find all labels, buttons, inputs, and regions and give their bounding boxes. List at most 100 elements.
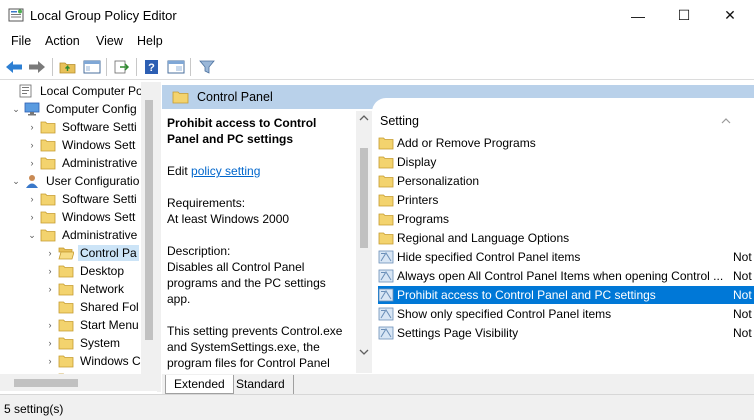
setting-row[interactable]: Show only specified Control Panel items N… — [378, 305, 754, 323]
properties-button[interactable] — [166, 57, 186, 77]
toolbar-separator — [52, 58, 53, 76]
user-icon — [24, 174, 40, 188]
setting-state: Not — [733, 288, 752, 302]
tree-item[interactable]: › Software Setti — [26, 190, 139, 208]
tree-item[interactable]: › Control Pa — [44, 244, 139, 262]
expand-chevron-right-icon[interactable]: › — [26, 140, 38, 150]
setting-row[interactable]: Hide specified Control Panel items Not — [378, 248, 754, 266]
minimize-button[interactable]: — — [615, 0, 661, 31]
expand-chevron-right-icon[interactable]: › — [26, 194, 38, 204]
folder-icon — [378, 193, 394, 207]
tab-standard[interactable]: Standard — [228, 375, 294, 394]
tree-item[interactable]: › Start Menu — [44, 316, 141, 334]
svg-text:?: ? — [148, 62, 155, 74]
maximize-button[interactable]: ☐ — [661, 0, 707, 31]
back-button[interactable] — [4, 57, 24, 77]
tree-item[interactable]: Shared Fol — [44, 298, 141, 316]
expand-chevron-right-icon[interactable]: › — [44, 248, 56, 258]
status-text: 5 setting(s) — [4, 402, 64, 416]
setting-row[interactable]: Prohibit access to Control Panel and PC … — [378, 286, 754, 304]
status-bar: 5 setting(s) — [0, 394, 754, 420]
show-hide-tree-icon — [83, 60, 101, 74]
tree-item[interactable]: › System — [44, 334, 122, 352]
close-button[interactable]: ✕ — [707, 0, 753, 31]
tree-item[interactable]: ⌄ Administrative — [26, 226, 139, 244]
folder-icon — [58, 354, 74, 368]
list-scroll-up-icon[interactable] — [720, 111, 732, 131]
folder-icon — [378, 136, 394, 150]
pane-splitter[interactable] — [157, 82, 161, 392]
close-icon: ✕ — [724, 7, 736, 23]
requirements-block: Requirements: At least Windows 2000 — [167, 195, 351, 227]
setting-row[interactable]: Settings Page Visibility Not — [378, 324, 754, 342]
setting-label: Personalization — [397, 174, 480, 188]
tree-item[interactable]: › Desktop — [44, 262, 126, 280]
expand-chevron-right-icon[interactable]: › — [26, 212, 38, 222]
setting-row[interactable]: Printers — [378, 191, 754, 209]
tab-extended[interactable]: Extended — [165, 375, 234, 394]
description-scroll-thumb[interactable] — [360, 148, 368, 248]
expand-chevron-right-icon[interactable]: › — [44, 266, 56, 276]
tree-item[interactable]: › Windows Sett — [26, 208, 137, 226]
tree-item[interactable]: › Software Setti — [26, 118, 139, 136]
filter-icon — [199, 60, 215, 74]
setting-label: Prohibit access to Control Panel and PC … — [397, 288, 656, 302]
filter-button[interactable] — [197, 57, 217, 77]
help-button[interactable]: ? — [142, 57, 162, 77]
setting-row[interactable]: Programs — [378, 210, 754, 228]
menu-file[interactable]: File — [11, 34, 31, 48]
expand-chevron-right-icon[interactable]: › — [26, 158, 38, 168]
expand-chevron-right-icon[interactable]: › — [44, 320, 56, 330]
navigation-tree[interactable]: Local Computer Polic ⌄ Computer Config › Sof… — [0, 82, 157, 374]
expand-chevron-right-icon[interactable]: › — [26, 122, 38, 132]
tree-item[interactable]: › Windows Sett — [26, 136, 137, 154]
setting-column-header[interactable]: Setting — [380, 114, 419, 128]
tree-item[interactable]: Local Computer Polic — [4, 82, 156, 100]
setting-row[interactable]: Display — [378, 153, 754, 171]
setting-label: Printers — [397, 193, 439, 207]
expand-chevron-right-icon[interactable]: › — [44, 284, 56, 294]
export-list-button[interactable] — [112, 57, 132, 77]
expand-chevron-down-icon[interactable]: ⌄ — [26, 230, 38, 241]
folder-icon — [40, 138, 56, 152]
setting-state: Not — [733, 307, 752, 321]
edit-prefix: Edit — [167, 164, 188, 178]
up-one-level-button[interactable] — [58, 57, 78, 77]
setting-icon — [378, 288, 394, 302]
tree-item[interactable]: ⌄ User Configuratio — [10, 172, 141, 190]
forward-button[interactable] — [27, 57, 47, 77]
show-hide-tree-button[interactable] — [82, 57, 102, 77]
setting-label: Show only specified Control Panel items — [397, 307, 612, 321]
tree-item[interactable]: › Network — [44, 280, 126, 298]
toolbar-separator — [106, 58, 107, 76]
policy-title: Prohibit access to Control Panel and PC … — [167, 116, 317, 146]
expand-chevron-right-icon[interactable]: › — [44, 338, 56, 348]
menu-help[interactable]: Help — [137, 34, 163, 48]
setting-row[interactable]: Add or Remove Programs — [378, 134, 754, 152]
edit-policy-setting-link[interactable]: policy setting — [191, 164, 260, 178]
expand-chevron-down-icon[interactable]: ⌄ — [10, 176, 22, 187]
expand-chevron-down-icon[interactable]: ⌄ — [10, 104, 22, 115]
setting-row[interactable]: Always open All Control Panel Items when… — [378, 267, 754, 285]
expand-chevron-right-icon[interactable]: › — [44, 356, 56, 366]
menu-view[interactable]: View — [96, 34, 123, 48]
folder-icon — [58, 318, 74, 332]
settings-list[interactable]: Setting Add or Remove Programs Display Per… — [372, 98, 754, 373]
tree-item-label: Windows Sett — [62, 138, 136, 152]
menu-bar: File Action View Help — [0, 31, 754, 53]
menu-action[interactable]: Action — [45, 34, 80, 48]
folder-icon — [378, 174, 394, 188]
tree-item[interactable]: ⌄ Computer Config — [10, 100, 139, 118]
description-pane: Prohibit access to Control Panel and PC … — [162, 111, 356, 373]
tree-item-label: Administrative — [62, 156, 138, 170]
tree-item-label: Software Setti — [62, 120, 137, 134]
tree-item[interactable]: › Administrative — [26, 154, 139, 172]
tree-item[interactable]: › Windows C — [44, 352, 143, 370]
setting-icon — [378, 326, 394, 340]
tree-hscroll-thumb[interactable] — [14, 379, 78, 387]
setting-row[interactable]: Personalization — [378, 172, 754, 190]
toolbar-separator — [190, 58, 191, 76]
setting-row[interactable]: Regional and Language Options — [378, 229, 754, 247]
scroll-up-icon — [359, 115, 369, 121]
tree-scroll-thumb[interactable] — [145, 100, 153, 340]
